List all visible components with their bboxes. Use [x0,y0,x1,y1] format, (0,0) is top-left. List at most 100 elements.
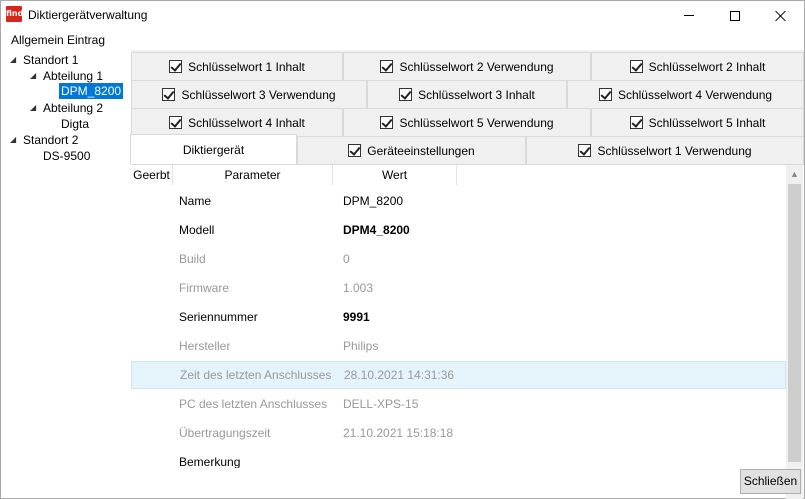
table-row[interactable]: PC des letzten Anschlusses DELL-XPS-15 [131,390,786,418]
table-row[interactable]: Seriennummer 9991 [131,303,786,331]
tab-row: Schlüsselwort 4 Inhalt Schlüsselwort 5 V… [131,108,804,136]
row-value: 21.10.2021 15:18:18 [343,426,454,440]
row-value: 0 [343,252,350,266]
table-row[interactable]: Bemerkung [131,448,786,468]
row-param: Seriennummer [179,310,258,324]
detail-pane: Schlüsselwort 1 Inhalt Schlüsselwort 2 V… [130,50,804,499]
tab-schluesselwort-1-verwendung[interactable]: Schlüsselwort 1 Verwendung [526,136,804,164]
row-param: PC des letzten Anschlusses [179,397,328,411]
device-tree: ◢ Standort 1 ◢ Abteilung 1 DPM_8200 ◢ Ab… [1,50,129,498]
row-param: Hersteller [179,339,231,353]
maximize-button[interactable] [712,1,758,30]
checkbox[interactable] [578,144,592,157]
column-header-geerbt[interactable]: Geerbt [131,165,173,185]
row-value: DELL-XPS-15 [343,397,419,411]
tab-label: Schlüsselwort 3 Inhalt [418,87,535,102]
row-value: Philips [343,339,379,353]
tab-label: Schlüsselwort 1 Verwendung [597,143,752,158]
tab-schluesselwort-2-verwendung[interactable]: Schlüsselwort 2 Verwendung [343,52,591,80]
row-param: Name [179,194,212,208]
menu-eintrag[interactable]: Eintrag [67,33,105,47]
tab-schluesselwort-4-inhalt[interactable]: Schlüsselwort 4 Inhalt [131,108,343,136]
properties-grid: Geerbt Parameter Wert Name DPM_8200 Mode… [131,164,804,499]
menu-bar: Allgemein Eintrag [1,30,131,50]
expanded-arrow-icon[interactable]: ◢ [30,68,36,84]
checkbox[interactable] [380,116,394,129]
tab-diktiergeraet[interactable]: Diktiergerät [130,134,297,164]
checkbox[interactable] [380,60,394,73]
table-row[interactable]: Firmware 1.003 [131,274,786,302]
row-value[interactable]: 9991 [343,303,370,331]
tab-schluesselwort-5-verwendung[interactable]: Schlüsselwort 5 Verwendung [343,108,591,136]
app-icon: find [6,6,23,22]
title-bar[interactable]: find Diktiergerätverwaltung [1,1,804,30]
tab-row: Diktiergerät Geräteeinstellungen Schlüss… [130,134,804,164]
expanded-arrow-icon[interactable]: ◢ [10,52,16,68]
row-param: Build [179,252,206,266]
tab-label: Geräteeinstellungen [367,143,475,158]
tab-schluesselwort-1-inhalt[interactable]: Schlüsselwort 1 Inhalt [131,52,343,80]
scroll-up-arrow-icon[interactable]: ▲ [786,165,803,182]
tab-schluesselwort-3-verwendung[interactable]: Schlüsselwort 3 Verwendung [131,80,367,108]
row-param: Modell [179,223,215,237]
row-value[interactable]: DPM_8200 [343,187,403,215]
tab-label: Schlüsselwort 3 Verwendung [181,87,336,102]
tab-geraeteeinstellungen[interactable]: Geräteeinstellungen [297,136,526,164]
close-button[interactable]: Schließen [740,469,801,494]
column-header-parameter[interactable]: Parameter [173,165,333,185]
tab-schluesselwort-2-inhalt[interactable]: Schlüsselwort 2 Inhalt [591,52,804,80]
column-header-wert[interactable]: Wert [333,165,457,185]
scroll-thumb[interactable] [788,184,801,462]
row-value: 1.003 [343,281,374,295]
tree-node-label: Digta [61,117,90,131]
close-icon [775,10,787,22]
row-value[interactable]: DPM4_8200 [343,216,410,244]
tree-node-label: Abteilung 1 [43,69,104,83]
column-headers: Geerbt Parameter Wert [131,165,786,185]
tree-node-label: DPM_8200 [59,83,124,99]
tree-node-label: Abteilung 2 [43,101,104,115]
checkbox[interactable] [162,88,176,101]
tab-schluesselwort-3-inhalt[interactable]: Schlüsselwort 3 Inhalt [367,80,567,108]
checkbox[interactable] [169,60,183,73]
tab-label: Schlüsselwort 5 Inhalt [648,115,766,130]
checkbox[interactable] [399,88,413,101]
tab-label: Schlüsselwort 2 Inhalt [648,59,766,74]
vertical-scrollbar[interactable]: ▲ [786,165,803,499]
tree-node-label: Standort 2 [23,133,79,147]
tab-label: Schlüsselwort 5 Verwendung [399,115,554,130]
maximize-icon [730,10,740,21]
table-row[interactable]: Übertragungszeit 21.10.2021 15:18:18 [131,419,786,447]
row-param: Übertragungszeit [179,426,271,440]
table-row[interactable]: Hersteller Philips [131,332,786,360]
table-row[interactable]: Name DPM_8200 [131,187,786,215]
expanded-arrow-icon[interactable]: ◢ [30,100,36,116]
tab-label: Diktiergerät [182,142,245,157]
checkbox[interactable] [629,60,643,73]
menu-allgemein[interactable]: Allgemein [11,33,64,47]
row-value: 28.10.2021 14:31:36 [344,368,455,382]
checkbox[interactable] [348,144,362,157]
tab-row: Schlüsselwort 3 Verwendung Schlüsselwort… [131,80,804,108]
tab-label: Schlüsselwort 4 Inhalt [188,115,305,130]
table-row[interactable]: Modell DPM4_8200 [131,216,786,244]
window-title: Diktiergerätverwaltung [28,8,148,22]
tab-label: Schlüsselwort 2 Verwendung [399,59,554,74]
tab-label: Schlüsselwort 1 Inhalt [188,59,305,74]
table-row[interactable]: Build 0 [131,245,786,273]
expanded-arrow-icon[interactable]: ◢ [10,132,16,148]
close-window-button[interactable] [758,1,804,30]
tree-node-label: Standort 1 [23,53,79,67]
checkbox[interactable] [169,116,183,129]
row-param: Firmware [179,281,229,295]
tab-schluesselwort-4-verwendung[interactable]: Schlüsselwort 4 Verwendung [567,80,804,108]
table-row[interactable]: Zeit des letzten Anschlusses 28.10.2021 … [131,361,786,389]
row-param: Zeit des letzten Anschlusses [180,368,332,382]
minimize-button[interactable] [666,1,712,30]
tab-label: Schlüsselwort 4 Verwendung [617,87,773,102]
checkbox[interactable] [598,88,612,101]
tree-node-label: DS-9500 [43,149,91,163]
tab-schluesselwort-5-inhalt[interactable]: Schlüsselwort 5 Inhalt [591,108,804,136]
checkbox[interactable] [629,116,643,129]
main-window: find Diktiergerätverwaltung Allgemein Ei… [0,0,805,499]
